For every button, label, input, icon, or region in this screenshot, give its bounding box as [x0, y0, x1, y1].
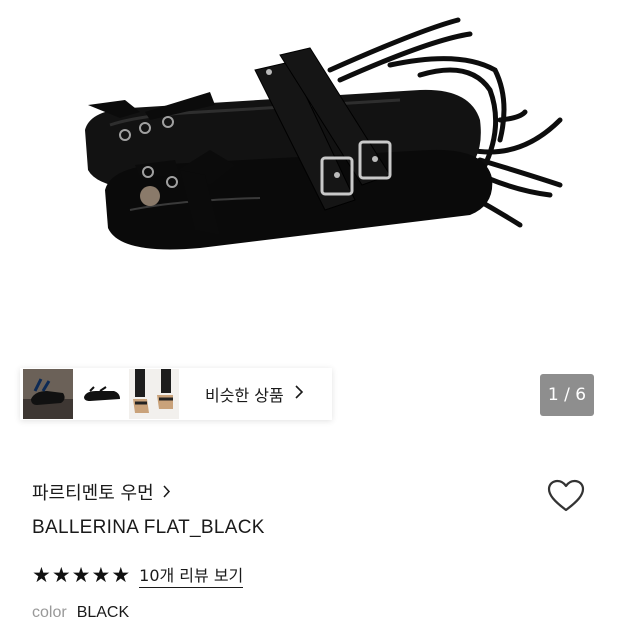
star-filled-icon: ★ [71, 562, 91, 587]
brand-link[interactable]: 파르티멘토 우먼 [32, 479, 171, 505]
color-option-value: BLACK [76, 604, 130, 621]
rating-row: ★ ★ ★ ★ ★ 10개 리뷰 보기 [32, 562, 244, 588]
similar-products-link[interactable]: 비슷한 상품 [205, 382, 304, 406]
image-pager: 1 / 6 [540, 374, 594, 416]
color-option-label: color [32, 604, 67, 621]
star-rating: ★ ★ ★ ★ ★ [32, 562, 131, 587]
review-link[interactable]: 10개 리뷰 보기 [139, 562, 244, 588]
star-filled-icon: ★ [32, 562, 51, 587]
star-filled-icon: ★ [51, 562, 71, 587]
chevron-right-icon [162, 483, 171, 502]
color-option: color BLACK [32, 604, 129, 622]
product-thumb-2[interactable] [76, 369, 126, 419]
heart-icon[interactable] [546, 477, 586, 517]
product-thumb-3-image [129, 369, 179, 419]
chevron-right-icon [294, 385, 304, 403]
star-filled-icon: ★ [91, 562, 111, 587]
ballerina-flat-illustration [85, 17, 563, 250]
product-hero-image[interactable] [0, 0, 620, 360]
product-thumb-1[interactable] [23, 369, 73, 419]
product-title: BALLERINA FLAT_BLACK [32, 517, 265, 538]
thumbnail-strip: 비슷한 상품 [20, 368, 332, 420]
star-filled-icon: ★ [111, 562, 131, 587]
product-thumb-3[interactable] [129, 369, 179, 419]
similar-products-label: 비슷한 상품 [205, 386, 284, 405]
product-thumb-1-image [23, 369, 73, 419]
brand-name: 파르티멘토 우먼 [32, 483, 154, 504]
product-thumb-2-image [76, 369, 126, 419]
